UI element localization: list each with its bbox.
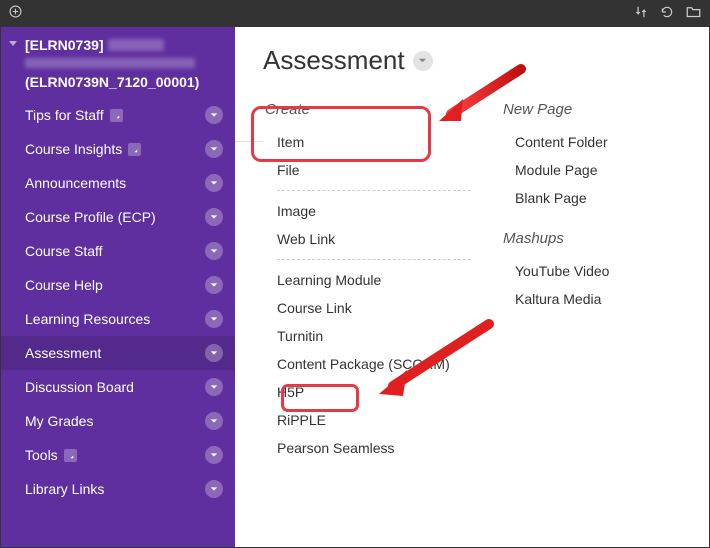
sidebar-item-label: Course Staff: [25, 243, 103, 259]
menu-item-content-folder[interactable]: Content Folder: [501, 128, 709, 156]
menu-item-web-link[interactable]: Web Link: [263, 225, 471, 253]
sidebar-item-tools[interactable]: Tools: [1, 438, 235, 472]
menu-item-course-link[interactable]: Course Link: [263, 294, 471, 322]
menu-item-module-page[interactable]: Module Page: [501, 156, 709, 184]
course-identifier: (ELRN0739N_7120_00001): [25, 74, 223, 90]
sidebar-item-label: My Grades: [25, 413, 93, 429]
course-code-text: [ELRN0739]: [25, 37, 104, 53]
chevron-down-icon: [205, 310, 223, 328]
menu-item-image[interactable]: Image: [263, 197, 471, 225]
chevron-down-icon: [205, 140, 223, 158]
arrows-icon[interactable]: [634, 5, 648, 24]
divider: [277, 190, 471, 191]
sidebar-item-label: Learning Resources: [25, 311, 150, 327]
sidebar-item-learning-resources[interactable]: Learning Resources: [1, 302, 235, 336]
sidebar-item-tips-for-staff[interactable]: Tips for Staff: [1, 98, 235, 132]
menu-item-item[interactable]: Item: [263, 128, 471, 156]
chevron-down-icon: [205, 242, 223, 260]
refresh-icon[interactable]: [660, 5, 674, 24]
redacted-line: [25, 58, 195, 68]
redacted-text: [108, 39, 164, 51]
external-link-icon: [110, 109, 123, 122]
sidebar-item-label: Tools: [25, 447, 58, 463]
sidebar-item-label: Course Insights: [25, 141, 122, 157]
menu-item-ripple[interactable]: RiPPLE: [263, 406, 471, 434]
build-content-dropdown: Create Item File Image Web Link Learning…: [263, 89, 709, 482]
sidebar-item-course-staff[interactable]: Course Staff: [1, 234, 235, 268]
sidebar-item-announcements[interactable]: Announcements: [1, 166, 235, 200]
content-area: Assessment Build Content Assessments Too…: [235, 27, 709, 547]
chevron-down-icon[interactable]: [413, 51, 433, 71]
sidebar-item-label: Tips for Staff: [25, 107, 104, 123]
menu-item-turnitin[interactable]: Turnitin: [263, 322, 471, 350]
divider: [277, 259, 471, 260]
top-utility-bar: [1, 1, 709, 27]
chevron-down-icon: [205, 412, 223, 430]
sidebar-item-course-help[interactable]: Course Help: [1, 268, 235, 302]
chevron-down-icon: [205, 344, 223, 362]
sidebar-item-course-profile[interactable]: Course Profile (ECP): [1, 200, 235, 234]
sidebar-item-label: Announcements: [25, 175, 126, 191]
chevron-down-icon: [205, 208, 223, 226]
chevron-down-icon: [205, 276, 223, 294]
menu-item-learning-module[interactable]: Learning Module: [263, 266, 471, 294]
page-title: Assessment: [235, 27, 709, 92]
create-column: Create Item File Image Web Link Learning…: [263, 97, 471, 462]
sidebar-item-label: Assessment: [25, 345, 101, 361]
chevron-down-icon: [205, 106, 223, 124]
page-title-text: Assessment: [263, 45, 405, 76]
menu-item-youtube-video[interactable]: YouTube Video: [501, 257, 709, 285]
menu-item-h5p[interactable]: H5P: [263, 378, 471, 406]
chevron-down-icon: [205, 446, 223, 464]
chevron-down-icon: [205, 480, 223, 498]
column-heading: Mashups: [501, 226, 709, 257]
menu-item-blank-page[interactable]: Blank Page: [501, 184, 709, 212]
sidebar-item-discussion-board[interactable]: Discussion Board: [1, 370, 235, 404]
sidebar-item-label: Course Profile (ECP): [25, 209, 156, 225]
course-sidebar: [ELRN0739] (ELRN0739N_7120_00001) Tips f…: [1, 27, 235, 547]
chevron-down-icon: [205, 174, 223, 192]
sidebar-item-label: Course Help: [25, 277, 103, 293]
course-header[interactable]: [ELRN0739] (ELRN0739N_7120_00001): [1, 27, 235, 98]
sidebar-item-label: Discussion Board: [25, 379, 134, 395]
sidebar-item-label: Library Links: [25, 481, 104, 497]
menu-item-file[interactable]: File: [263, 156, 471, 184]
menu-item-content-package-scorm[interactable]: Content Package (SCORM): [263, 350, 471, 378]
plus-icon[interactable]: [9, 5, 22, 23]
sidebar-item-library-links[interactable]: Library Links: [1, 472, 235, 506]
external-link-icon: [128, 143, 141, 156]
sidebar-item-my-grades[interactable]: My Grades: [1, 404, 235, 438]
sidebar-item-assessment[interactable]: Assessment: [1, 336, 235, 370]
column-heading: New Page: [501, 97, 709, 128]
menu-item-kaltura-media[interactable]: Kaltura Media: [501, 285, 709, 313]
sidebar-item-course-insights[interactable]: Course Insights: [1, 132, 235, 166]
right-column: New Page Content Folder Module Page Blan…: [501, 97, 709, 462]
folder-icon[interactable]: [686, 5, 701, 23]
chevron-down-icon: [205, 378, 223, 396]
menu-item-pearson-seamless[interactable]: Pearson Seamless: [263, 434, 471, 462]
external-link-icon: [64, 449, 77, 462]
column-heading: Create: [263, 97, 471, 128]
